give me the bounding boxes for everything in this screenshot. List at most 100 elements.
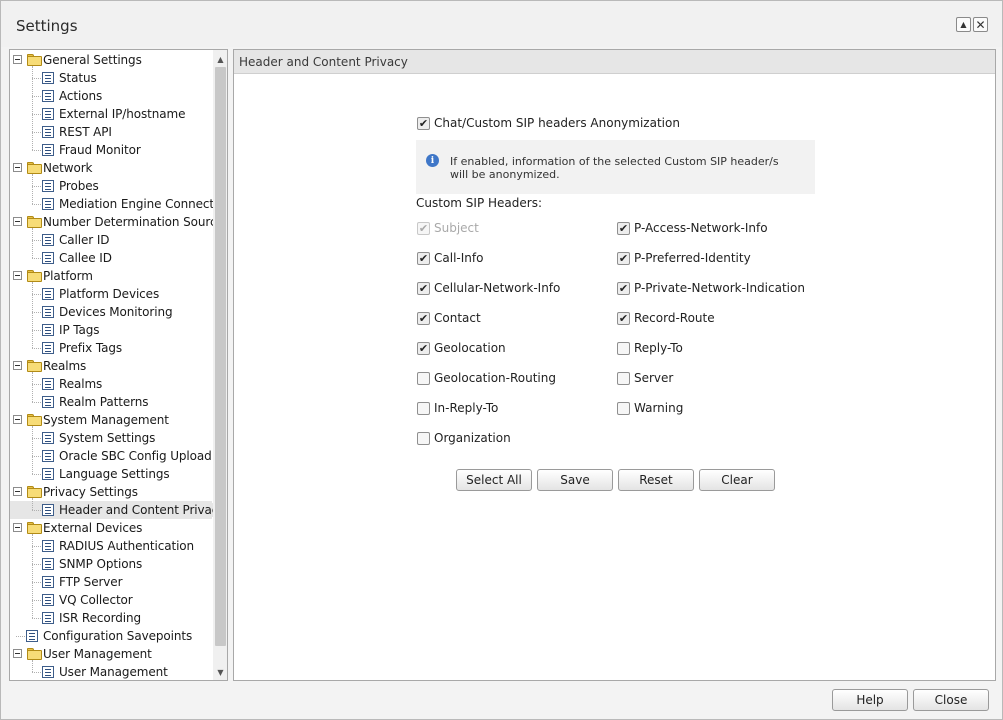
collapse-toggle-icon[interactable]: [13, 361, 22, 370]
header-checkbox[interactable]: [617, 342, 630, 355]
scroll-thumb[interactable]: [215, 67, 226, 646]
tree-item-row[interactable]: Status: [10, 69, 212, 87]
tree-folder-row[interactable]: User Management: [10, 645, 212, 663]
tree-folder-row[interactable]: Privacy Settings: [10, 483, 212, 501]
tree-item-row[interactable]: Language Settings: [10, 465, 212, 483]
folder-open-icon: [27, 414, 42, 426]
tree-folder-label: Number Determination Sources: [43, 215, 228, 229]
tree-item-label: ISR Recording: [59, 611, 142, 625]
select-all-button[interactable]: Select All: [456, 469, 532, 491]
tree-item-row[interactable]: Probes: [10, 177, 212, 195]
tree-folder-row[interactable]: General Settings: [10, 51, 212, 69]
header-checkbox[interactable]: ✔: [617, 222, 630, 235]
tree-folder-row[interactable]: System Management: [10, 411, 212, 429]
tree-item-row[interactable]: Actions: [10, 87, 212, 105]
collapse-toggle-icon[interactable]: [13, 649, 22, 658]
settings-window: Settings ▲ ✕ General Settings Status Actio…: [0, 0, 1003, 720]
settings-page-icon: [42, 576, 54, 588]
tree-item-row[interactable]: Realm Patterns: [10, 393, 212, 411]
scroll-down-arrow[interactable]: ▼: [213, 665, 227, 679]
header-checkbox[interactable]: [417, 372, 430, 385]
tree-folder-row[interactable]: Realms: [10, 357, 212, 375]
tree-item-row[interactable]: Callee ID: [10, 249, 212, 267]
scroll-down-icon: ▼: [217, 667, 224, 677]
tree-scrollbar[interactable]: ▲ ▼: [213, 50, 227, 680]
tree-item-row[interactable]: Devices Monitoring: [10, 303, 212, 321]
collapse-toggle-icon[interactable]: [13, 163, 22, 172]
header-checkbox[interactable]: [417, 432, 430, 445]
header-checkbox[interactable]: [617, 372, 630, 385]
header-checkbox-label: Reply-To: [634, 341, 683, 355]
tree-item-row[interactable]: Caller ID: [10, 231, 212, 249]
help-button[interactable]: Help: [832, 689, 908, 711]
collapse-toggle-icon[interactable]: [13, 271, 22, 280]
header-checkbox[interactable]: ✔: [417, 312, 430, 325]
tree-folder-row[interactable]: Platform: [10, 267, 212, 285]
scroll-up-arrow[interactable]: ▲: [213, 52, 227, 66]
settings-page-icon: [42, 306, 54, 318]
header-checkbox[interactable]: ✔: [617, 282, 630, 295]
tree-item-row[interactable]: ISR Recording: [10, 609, 212, 627]
tree-item-row[interactable]: IP Tags: [10, 321, 212, 339]
settings-page-icon: [42, 666, 54, 678]
tree-folder-row[interactable]: Network: [10, 159, 212, 177]
folder-open-icon: [27, 162, 42, 174]
titlebar: Settings ▲ ✕: [1, 1, 1002, 47]
tree-item-row[interactable]: Oracle SBC Config Upload: [10, 447, 212, 465]
close-window-button[interactable]: ✕: [973, 17, 988, 32]
header-checkbox[interactable]: [417, 402, 430, 415]
tree-folder-row[interactable]: External Devices: [10, 519, 212, 537]
tree-item-row[interactable]: Prefix Tags: [10, 339, 212, 357]
header-checkbox[interactable]: [617, 402, 630, 415]
folder-open-icon: [27, 486, 42, 498]
header-checkbox[interactable]: ✔: [617, 312, 630, 325]
tree-connector: [32, 402, 41, 403]
collapse-toggle-icon[interactable]: [13, 523, 22, 532]
content-title: Header and Content Privacy: [239, 55, 408, 69]
tree-item-row[interactable]: Mediation Engine Connector: [10, 195, 226, 213]
tree-item-row[interactable]: VQ Collector: [10, 591, 212, 609]
window-title: Settings: [16, 17, 78, 35]
tree-item-row[interactable]: Fraud Monitor: [10, 141, 212, 159]
tree-item-label: Callee ID: [59, 251, 112, 265]
collapse-toggle-icon[interactable]: [13, 487, 22, 496]
maximize-button[interactable]: ▲: [956, 17, 971, 32]
tree-item-row[interactable]: Configuration Savepoints: [10, 627, 212, 645]
tree-item-row[interactable]: SNMP Options: [10, 555, 212, 573]
tree-item-row[interactable]: User Management: [10, 663, 212, 680]
save-button[interactable]: Save: [537, 469, 613, 491]
settings-tree-panel: General Settings Status Actions External IP…: [9, 49, 228, 681]
clear-button[interactable]: Clear: [699, 469, 775, 491]
tree-item-label: FTP Server: [59, 575, 123, 589]
checkmark-icon: ✔: [418, 342, 429, 355]
settings-page-icon: [42, 252, 54, 264]
tree-item-row[interactable]: Realms: [10, 375, 212, 393]
tree-folder-label: Network: [43, 161, 93, 175]
tree-item-row[interactable]: RADIUS Authentication: [10, 537, 212, 555]
tree-item-row[interactable]: REST API: [10, 123, 212, 141]
tree-item-row[interactable]: System Settings: [10, 429, 212, 447]
close-button[interactable]: Close: [913, 689, 989, 711]
tree-item-row[interactable]: External IP/hostname: [10, 105, 212, 123]
reset-button[interactable]: Reset: [618, 469, 694, 491]
anonymization-checkbox[interactable]: ✔: [417, 117, 430, 130]
collapse-toggle-icon[interactable]: [13, 217, 22, 226]
tree-connector: [32, 672, 41, 673]
tree-item-label: User Management: [59, 665, 168, 679]
tree-item-row[interactable]: Header and Content Privacy: [10, 501, 225, 519]
settings-page-icon: [42, 342, 54, 354]
header-checkbox-label: Geolocation: [434, 341, 506, 355]
tree-folder-row[interactable]: Number Determination Sources: [10, 213, 227, 231]
tree-folder-label: System Management: [43, 413, 169, 427]
collapse-toggle-icon[interactable]: [13, 55, 22, 64]
tree-item-row[interactable]: Platform Devices: [10, 285, 212, 303]
collapse-toggle-icon[interactable]: [13, 415, 22, 424]
header-checkbox[interactable]: ✔: [417, 252, 430, 265]
tree-connector: [32, 600, 41, 601]
header-checkbox[interactable]: ✔: [617, 252, 630, 265]
tree-item-row[interactable]: FTP Server: [10, 573, 212, 591]
header-checkbox[interactable]: ✔: [417, 342, 430, 355]
settings-page-icon: [42, 198, 54, 210]
header-checkbox[interactable]: ✔: [417, 282, 430, 295]
checkmark-icon: ✔: [418, 222, 429, 235]
